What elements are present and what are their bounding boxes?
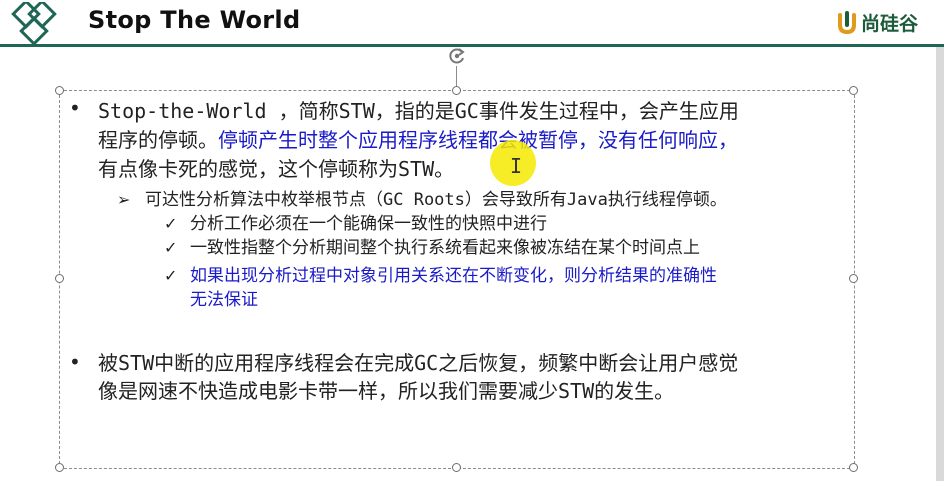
text-span: 像是网速不快造成电影卡带一样，所以我们需要减少 <box>98 379 558 403</box>
slide-title: Stop The World <box>88 6 301 34</box>
text-span: 执行线程停顿。 <box>607 190 727 210</box>
emphasis-text: 停顿产生时整个应用程序线程都会被暂停，没有任何响应， <box>218 128 738 152</box>
arrow-bullet-icon: ➢ <box>117 190 131 209</box>
diamonds-logo-icon <box>11 2 57 44</box>
sub-bullet-line: 可达性分析算法中枚举根节点（GC Roots）会导致所有Java执行线程停顿。 <box>145 188 727 212</box>
check-item-3: 如果出现分析过程中对象引用关系还在不断变化，则分析结果的准确性 <box>190 266 717 286</box>
stw-abbr: STW <box>398 157 435 181</box>
resize-handle-e[interactable] <box>849 274 858 283</box>
text-span: 可达性分析算法中枚举根节点（ <box>145 190 383 210</box>
text-span: ，指的是 <box>374 99 455 123</box>
text-span: 中断的应用程序线程会在完成 <box>154 351 415 375</box>
resize-handle-w[interactable] <box>55 274 64 283</box>
bullet-dot-icon: • <box>69 96 81 120</box>
check-icon: ✓ <box>164 266 178 285</box>
java-term: Java <box>566 190 608 210</box>
check-icon: ✓ <box>164 214 178 233</box>
check-item-1: 分析工作必须在一个能确保一致性的快照中进行 <box>190 214 547 234</box>
text-span: 之后恢复，频繁中断会让用户感觉 <box>438 351 739 375</box>
text-span: 程序的停顿。 <box>98 128 218 152</box>
text-span: 有点像卡死的感觉，这个停顿称为 <box>98 157 398 181</box>
header-divider <box>0 44 944 47</box>
resize-handle-n[interactable] <box>452 86 461 95</box>
stw-abbr: STW <box>558 379 595 403</box>
text-cursor-icon: I <box>510 154 523 178</box>
text-span: 简称 <box>298 99 339 123</box>
bullet-dot-icon: • <box>69 350 81 374</box>
resize-handle-nw[interactable] <box>55 86 64 95</box>
resize-handle-sw[interactable] <box>55 463 64 472</box>
stw-abbr: STW <box>338 99 375 123</box>
resize-handle-s[interactable] <box>452 463 461 472</box>
paragraph-2-line-1: 被STW中断的应用程序线程会在完成GC之后恢复，频繁中断会让用户感觉 <box>98 349 738 378</box>
resize-handle-se[interactable] <box>849 463 858 472</box>
gc-term: GC <box>454 99 479 123</box>
text-span: 的发生。 <box>594 379 675 403</box>
slide: Stop The World 尚硅谷 • Stop-the-World ，简称S… <box>0 0 944 481</box>
text-span: 。 <box>434 157 455 181</box>
paragraph-1-line-2: 程序的停顿。停顿产生时整个应用程序线程都会被暂停，没有任何响应， <box>98 126 738 155</box>
text-span: 被 <box>98 351 118 375</box>
text-span: ）会导致所有 <box>464 190 567 210</box>
gc-roots-term: GC Roots <box>383 190 465 210</box>
rotate-handle-icon[interactable] <box>447 46 467 66</box>
text-span: 事件发生过程中，会产生应用 <box>478 99 739 123</box>
brand-logo: 尚硅谷 <box>836 9 918 36</box>
resize-handle-ne[interactable] <box>849 86 858 95</box>
paragraph-2-line-2: 像是网速不快造成电影卡带一样，所以我们需要减少STW的发生。 <box>98 377 674 406</box>
scrollbar-track[interactable] <box>936 47 944 481</box>
paragraph-1-line-3: 有点像卡死的感觉，这个停顿称为STW。 <box>98 155 454 184</box>
gc-term: GC <box>414 351 439 375</box>
brand-name: 尚硅谷 <box>860 13 918 35</box>
stw-term: Stop-the-World ， <box>98 99 299 123</box>
check-icon: ✓ <box>164 238 178 257</box>
check-item-2: 一致性指整个分析期间整个执行系统看起来像被冻结在某个时间点上 <box>190 238 700 258</box>
slide-header: Stop The World 尚硅谷 <box>0 0 944 46</box>
stw-abbr: STW <box>118 351 155 375</box>
check-item-3-continued: 无法保证 <box>190 290 258 310</box>
brand-logo-icon <box>837 10 856 34</box>
paragraph-1-line-1: Stop-the-World ，简称STW，指的是GC事件发生过程中，会产生应用 <box>98 97 739 126</box>
